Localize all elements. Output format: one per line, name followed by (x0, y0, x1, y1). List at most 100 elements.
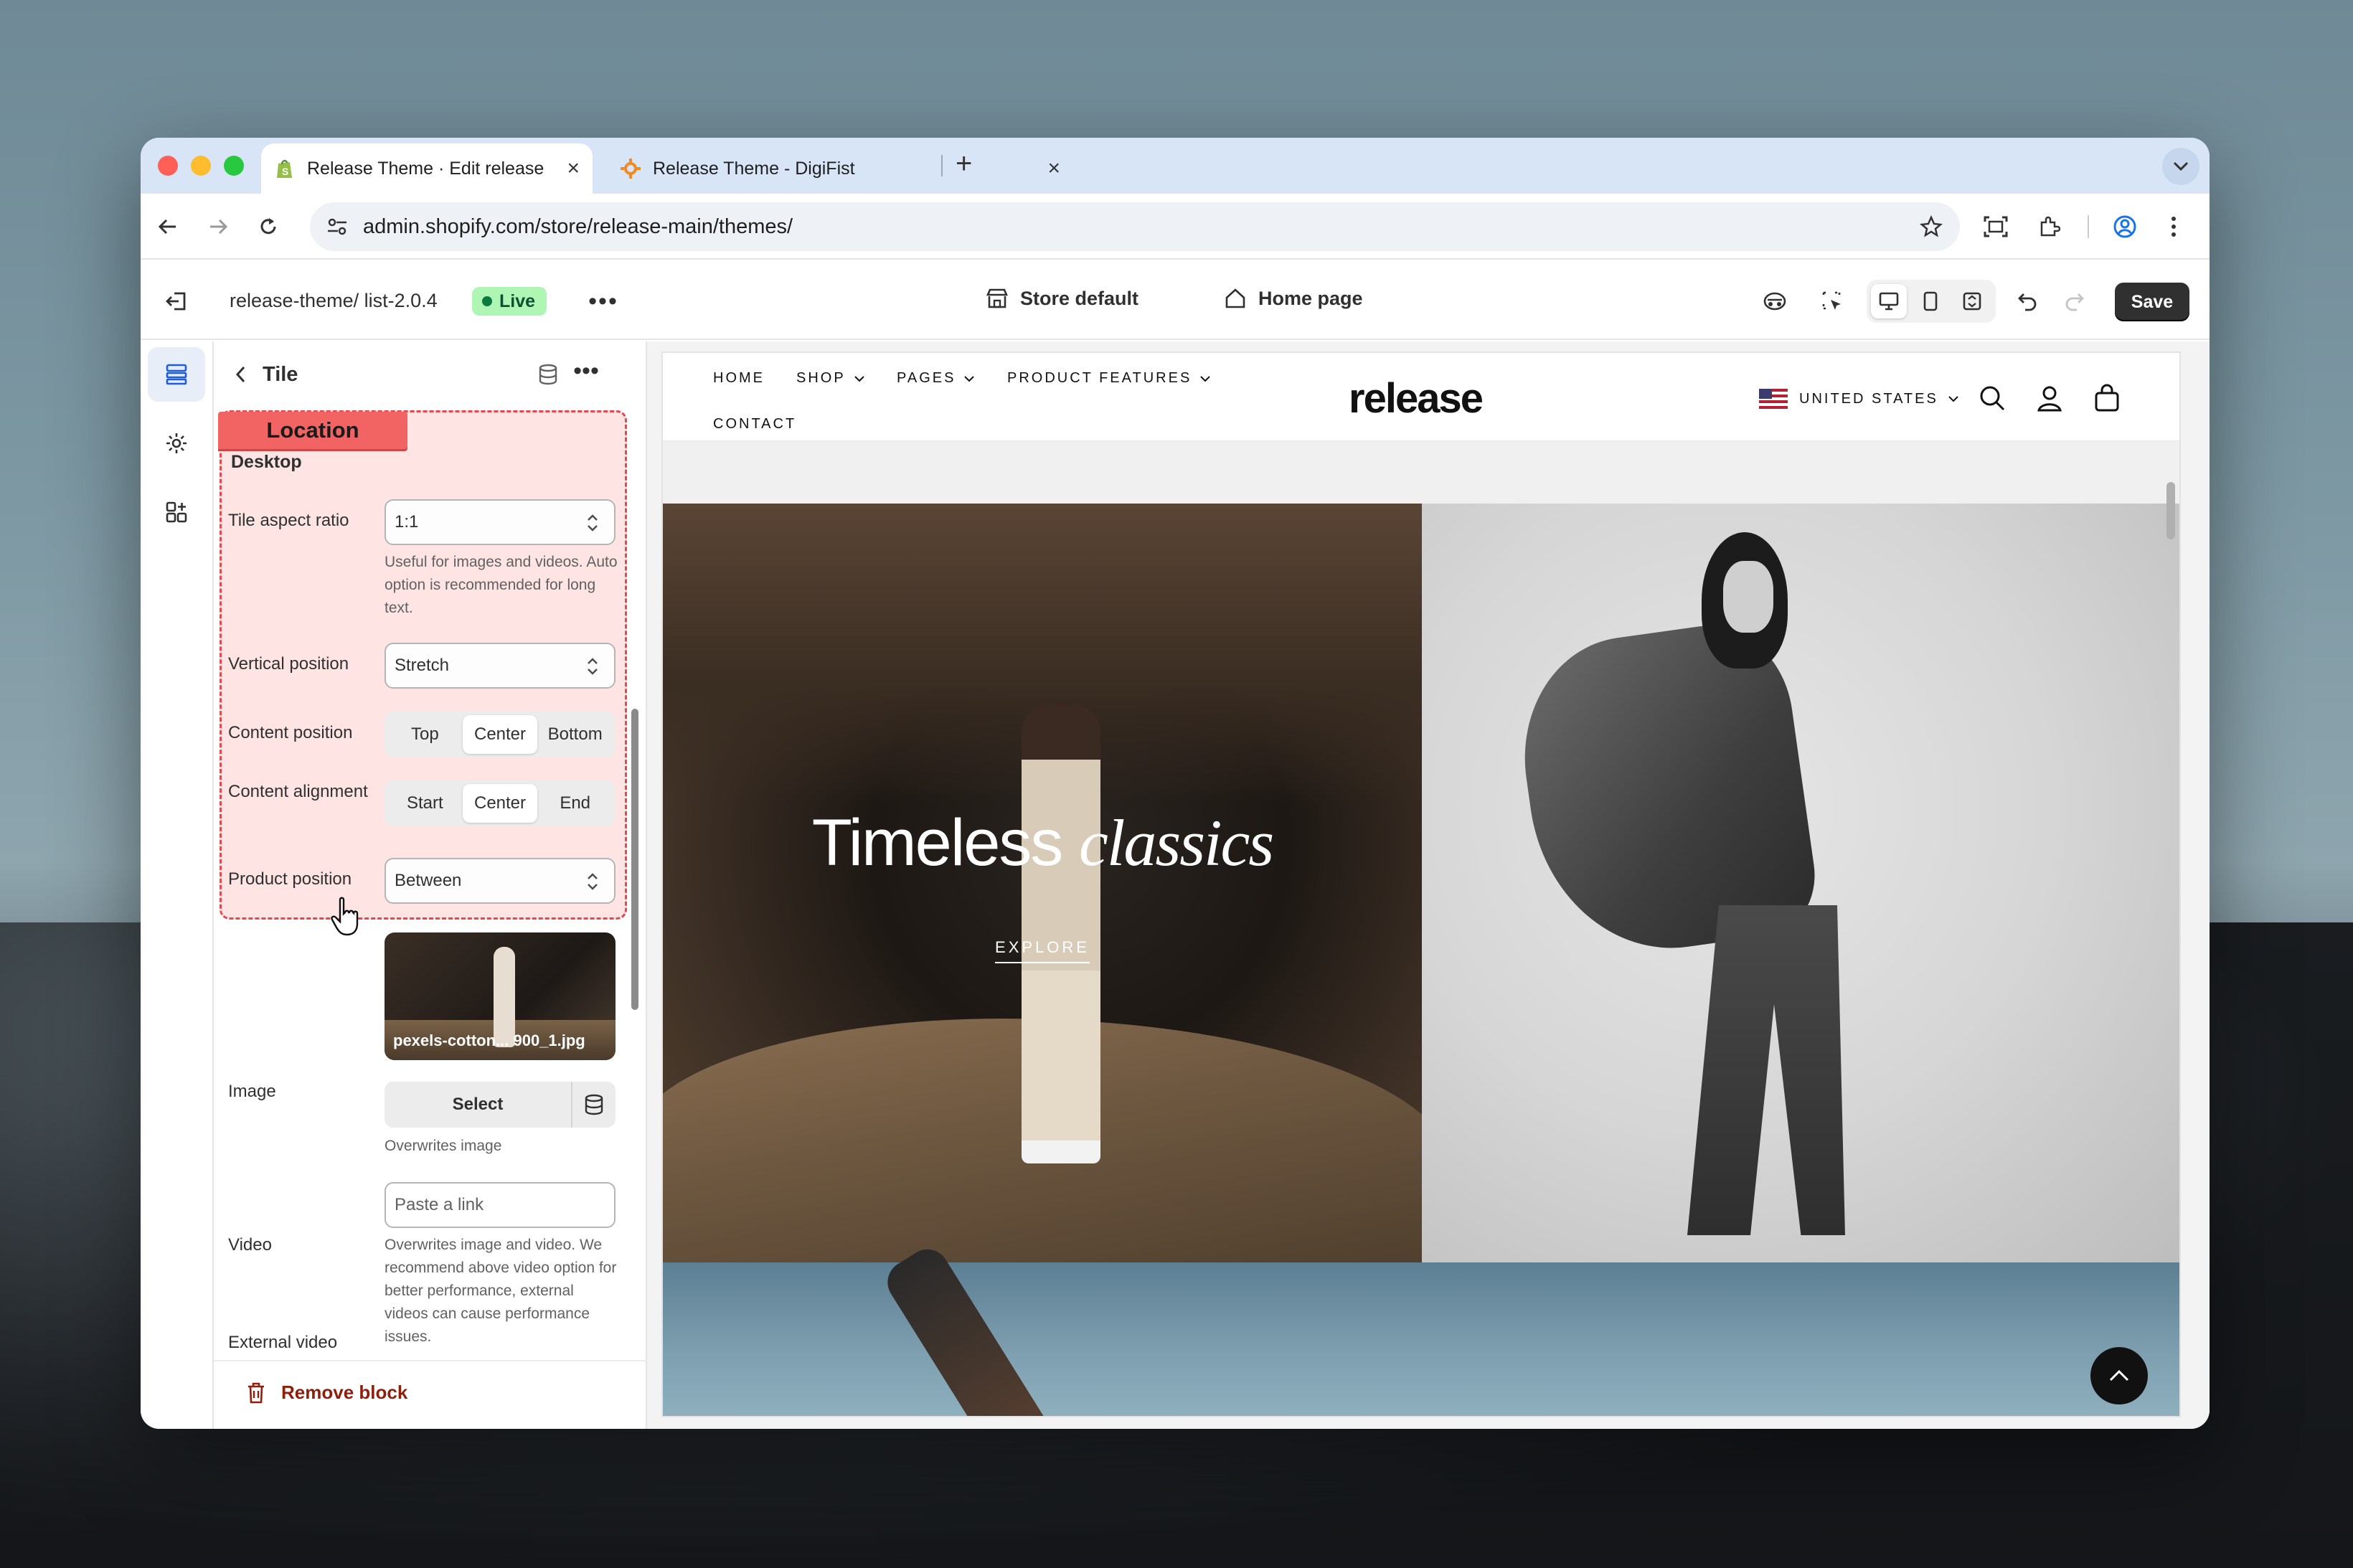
url-text: admin.shopify.com/store/release-main/the… (363, 214, 793, 238)
hero-tile-right[interactable] (1422, 504, 2179, 1262)
remove-block-row: Remove block (214, 1360, 647, 1414)
tab-search-button[interactable] (2162, 148, 2199, 185)
panel-scrollbar[interactable] (631, 709, 638, 1010)
chevron-down-icon (1200, 375, 1210, 382)
preview-scrollbar[interactable] (2166, 482, 2175, 539)
next-section-branch (880, 1241, 1056, 1416)
hero-cta: EXPLORE (663, 938, 1422, 963)
undo-button[interactable] (2009, 283, 2046, 320)
chevron-left-icon (235, 366, 245, 383)
hero-tile-left[interactable]: Timeless classics EXPLORE (663, 504, 1422, 1262)
select-chevrons-icon (588, 873, 598, 890)
store-default-selector[interactable]: Store default (984, 285, 1138, 311)
product-position-value: Between (395, 871, 462, 890)
nav-contact-link[interactable]: CONTACT (713, 416, 796, 433)
store-header: HOME SHOP PAGES PRODUCT FEATURES CONTACT… (663, 353, 2179, 442)
content-position-center[interactable]: Center (462, 715, 538, 754)
extensions-icon[interactable] (2032, 209, 2066, 244)
content-alignment-center[interactable]: Center (462, 784, 538, 823)
tile-aspect-ratio-label: Tile aspect ratio (228, 511, 349, 530)
country-selector[interactable]: UNITED STATES (1759, 389, 1960, 409)
theme-settings-nav-button[interactable] (148, 416, 205, 471)
fullscreen-view-button[interactable] (1954, 284, 1990, 318)
customer-privacy-icon[interactable] (1756, 283, 1793, 320)
forward-button[interactable] (201, 209, 235, 244)
nav-shop-link[interactable]: SHOP (796, 370, 866, 387)
screenshot-icon[interactable] (1979, 209, 2013, 244)
hero-model-figure (1022, 704, 1100, 1163)
inspector-icon[interactable] (1814, 283, 1851, 320)
tile-aspect-ratio-help: Useful for images and videos. Auto optio… (385, 554, 618, 616)
chevron-down-icon (1948, 396, 1958, 402)
store-logo[interactable]: release (1349, 374, 1484, 422)
scroll-to-top-button[interactable] (2090, 1347, 2148, 1404)
content-alignment-label: Content alignment (228, 782, 368, 801)
select-chevrons-icon (588, 514, 598, 532)
sections-nav-button[interactable] (148, 347, 205, 402)
tab-edit-release[interactable]: S Release Theme · Edit release × (261, 143, 593, 194)
external-video-placeholder: Paste a link (395, 1195, 484, 1214)
theme-actions-button[interactable]: ••• (585, 287, 621, 316)
search-icon[interactable] (1976, 382, 2009, 415)
exit-editor-icon[interactable] (161, 285, 192, 317)
video-select-control: Select (385, 1082, 616, 1128)
next-section-image (663, 1241, 2179, 1416)
chevron-down-icon (2173, 161, 2189, 171)
nav-pages-link[interactable]: PAGES (897, 370, 976, 387)
vertical-position-select[interactable]: Stretch (385, 643, 616, 689)
browser-menu-icon[interactable] (2156, 209, 2191, 244)
video-select-button[interactable]: Select (385, 1095, 571, 1115)
content-alignment-start[interactable]: Start (387, 784, 463, 823)
address-bar[interactable]: admin.shopify.com/store/release-main/the… (310, 202, 1960, 251)
image-picker-thumbnail[interactable]: pexels-cotton... 900_1.jpg (385, 932, 616, 1060)
nav-home-link[interactable]: HOME (713, 370, 765, 387)
mobile-view-button[interactable] (1913, 284, 1948, 318)
content-position-bottom[interactable]: Bottom (537, 715, 613, 754)
close-tab-icon[interactable]: × (567, 156, 580, 181)
nav-product-features-link[interactable]: PRODUCT FEATURES (1007, 370, 1212, 387)
redo-button[interactable] (2056, 283, 2093, 320)
reload-button[interactable] (251, 209, 286, 244)
tile-aspect-ratio-select[interactable]: 1:1 (385, 499, 616, 545)
back-button[interactable] (228, 362, 254, 387)
save-button[interactable]: Save (2115, 283, 2189, 321)
explore-link[interactable]: EXPLORE (995, 938, 1090, 963)
hero-jeans-shape (1687, 905, 1845, 1235)
chevron-down-icon (964, 375, 975, 382)
panel-header: Tile ••• (214, 341, 646, 406)
theme-name: release-theme/ list-2.0.4 (230, 290, 438, 311)
editor-sidebar-rail (141, 341, 214, 1429)
home-page-label: Home page (1258, 287, 1363, 309)
external-video-input[interactable]: Paste a link (385, 1182, 616, 1228)
dynamic-source-icon[interactable] (572, 1094, 616, 1115)
new-tab-button[interactable]: + (956, 148, 972, 180)
panel-title: Tile (263, 363, 298, 386)
nav-shop-label: SHOP (796, 370, 846, 386)
block-actions-button[interactable]: ••• (570, 357, 603, 386)
product-position-select[interactable]: Between (385, 858, 616, 904)
desktop-view-button[interactable] (1871, 284, 1907, 318)
close-window-button[interactable] (158, 156, 178, 176)
tab-digifist[interactable]: Release Theme - DigiFist × (607, 143, 1073, 194)
vertical-position-label: Vertical position (228, 654, 349, 674)
storefront-preview-area: HOME SHOP PAGES PRODUCT FEATURES CONTACT… (647, 341, 2210, 1429)
close-tab-icon[interactable]: × (1047, 156, 1060, 181)
dynamic-source-icon[interactable] (535, 362, 561, 387)
minimize-window-button[interactable] (191, 156, 211, 176)
account-icon[interactable] (2033, 382, 2066, 415)
content-alignment-end[interactable]: End (537, 784, 613, 823)
remove-block-button[interactable]: Remove block (245, 1382, 407, 1404)
page-selector[interactable]: Home page (1222, 285, 1363, 311)
apps-nav-button[interactable] (148, 485, 205, 539)
bookmark-star-icon[interactable] (1917, 212, 1946, 241)
tab-title: Release Theme · Edit release (307, 158, 544, 179)
live-label: Live (499, 291, 536, 311)
profile-icon[interactable] (2108, 209, 2142, 244)
site-info-icon[interactable] (324, 214, 350, 240)
hero-title-italic: classics (1079, 806, 1274, 879)
content-position-top[interactable]: Top (387, 715, 463, 754)
maximize-window-button[interactable] (224, 156, 244, 176)
chevron-up-icon (2109, 1369, 2129, 1382)
back-button[interactable] (151, 209, 185, 244)
cart-icon[interactable] (2090, 382, 2123, 415)
